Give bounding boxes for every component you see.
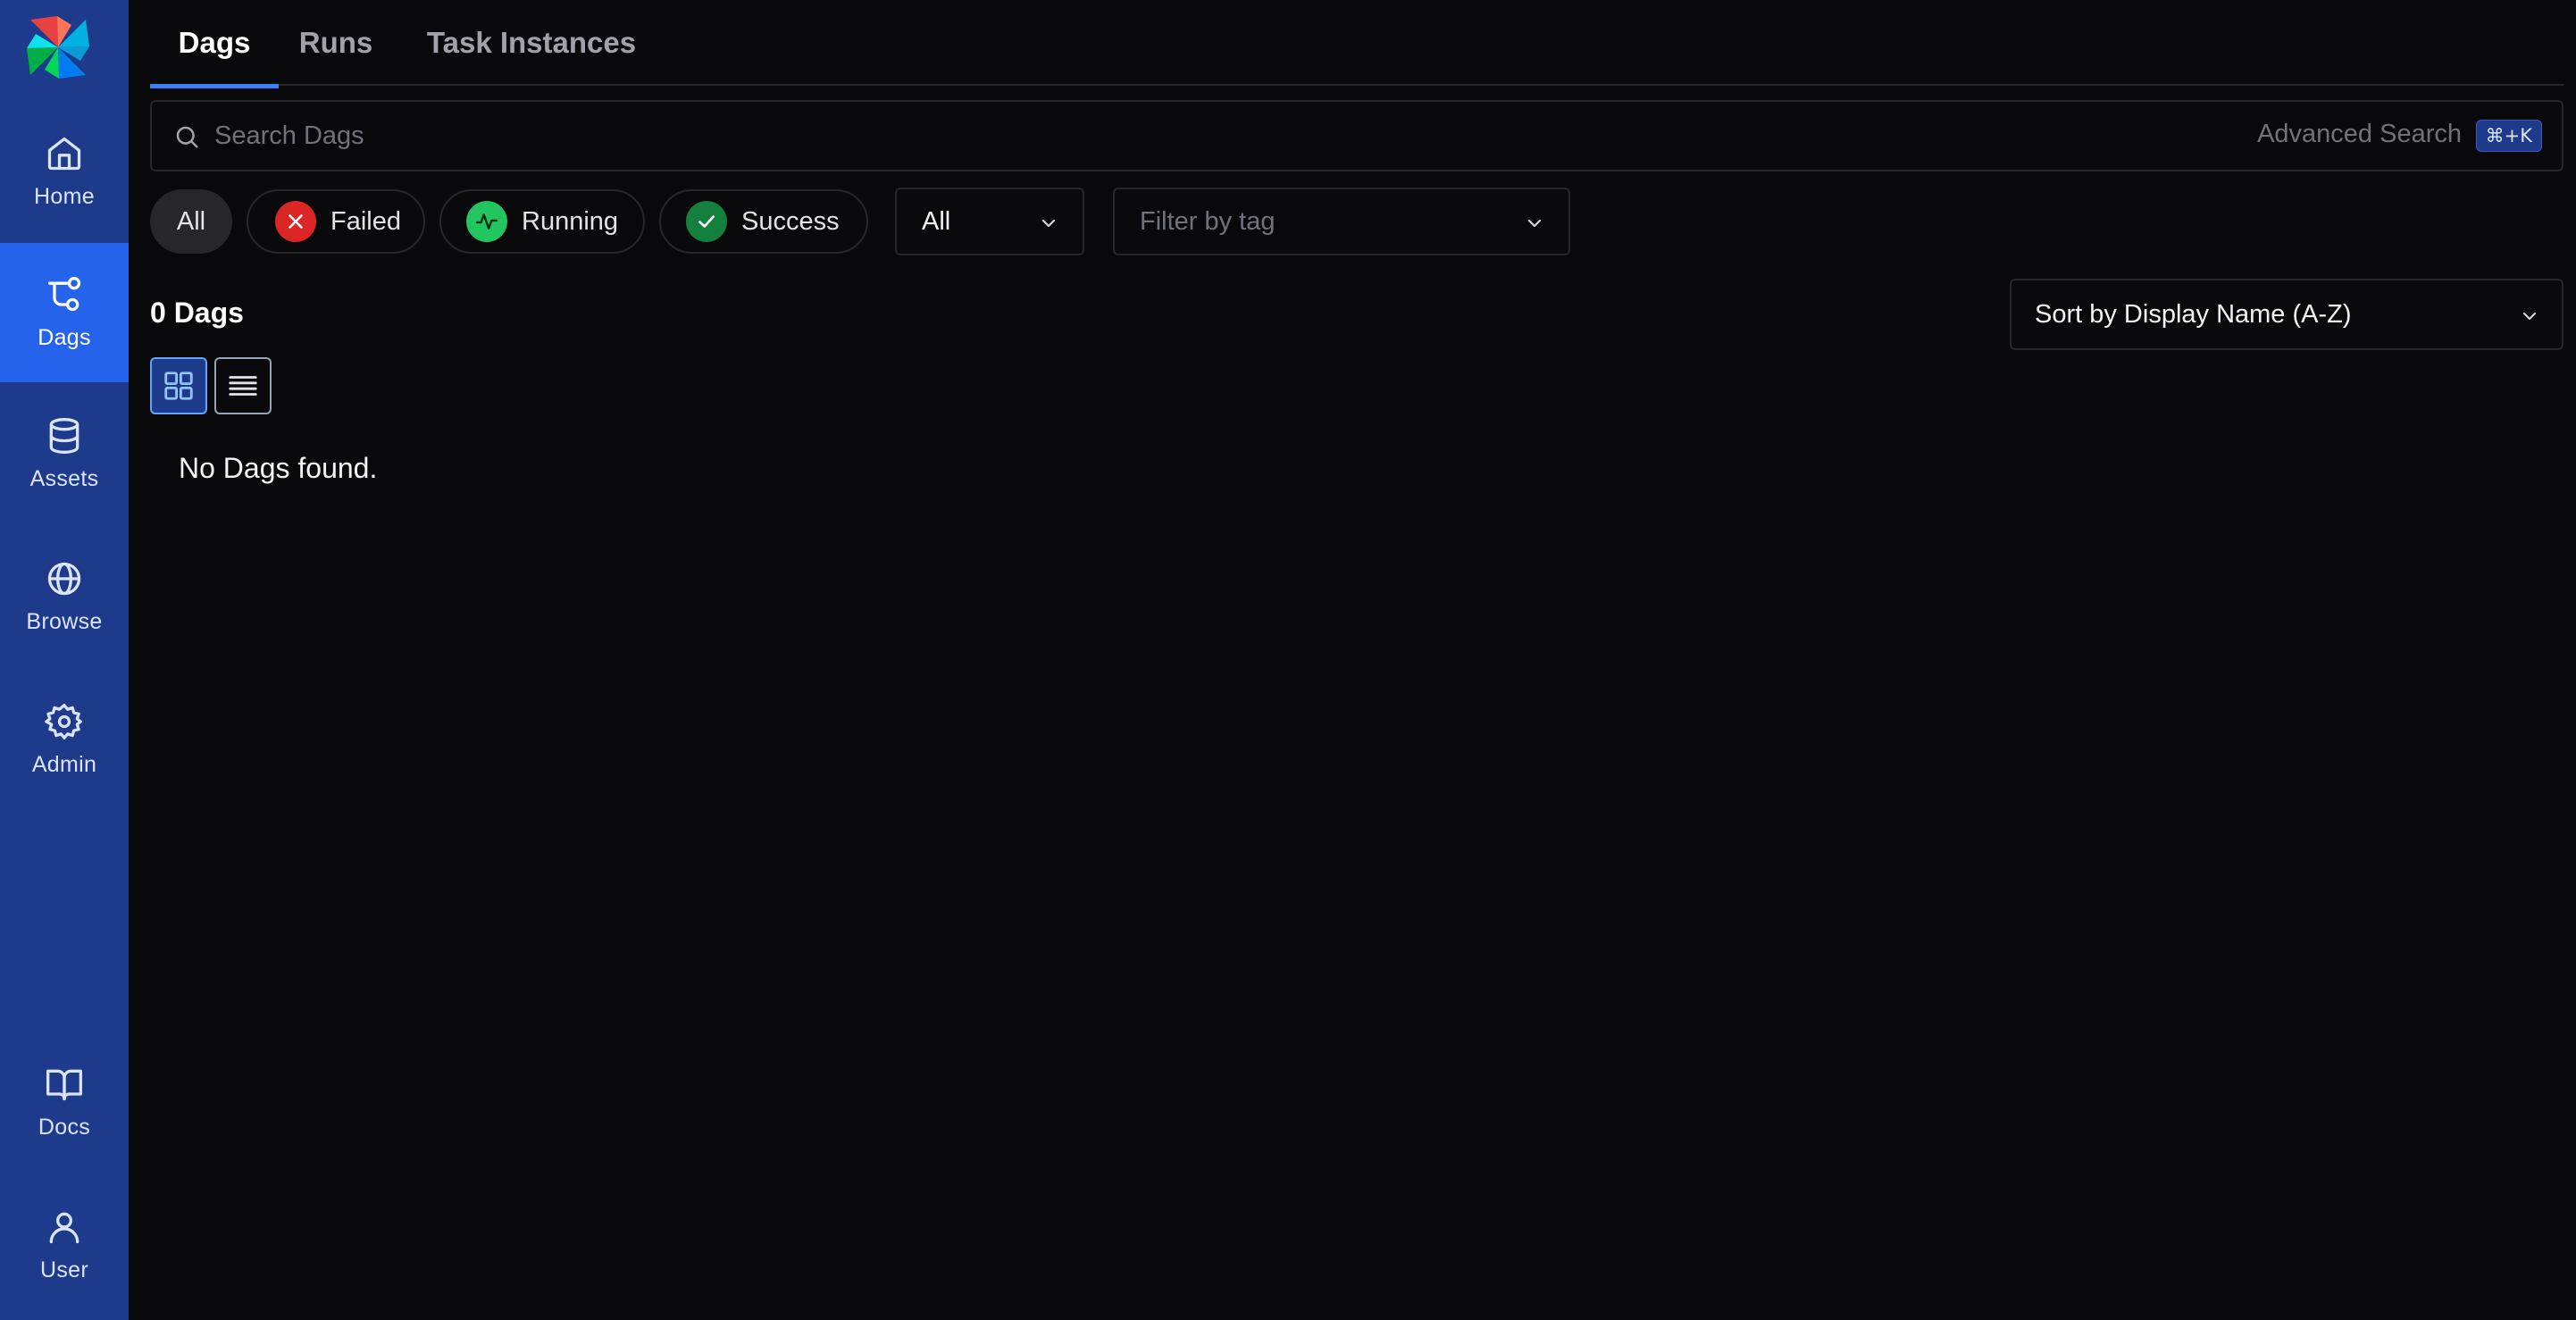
keyboard-shortcut-badge: ⌘+K bbox=[2475, 120, 2542, 152]
search-input[interactable] bbox=[213, 111, 1731, 161]
dags-icon bbox=[47, 276, 81, 311]
state-filter-success[interactable]: Success bbox=[659, 189, 868, 254]
sidebar-item-label: Docs bbox=[38, 1114, 91, 1140]
sort-select[interactable]: Sort by Display Name (A-Z) bbox=[2010, 279, 2563, 350]
advanced-search-link[interactable]: Advanced Search bbox=[2257, 120, 2462, 149]
sidebar-item-browse[interactable]: Browse bbox=[0, 527, 129, 666]
state-filter-all[interactable]: All bbox=[150, 189, 232, 254]
state-filter-label: Running bbox=[522, 206, 619, 236]
failed-icon bbox=[275, 201, 316, 242]
sidebar-item-label: Home bbox=[34, 183, 95, 209]
dag-count: 0 Dags bbox=[150, 297, 244, 329]
state-filter-label: Success bbox=[741, 206, 840, 236]
tag-filter-select[interactable]: Filter by tag bbox=[1113, 188, 1570, 255]
activity-icon bbox=[466, 201, 507, 242]
paused-select[interactable]: All bbox=[895, 188, 1084, 255]
book-icon bbox=[46, 1069, 82, 1100]
tab-runs[interactable]: Runs bbox=[279, 0, 393, 86]
database-icon bbox=[49, 417, 79, 454]
main-content: Dags Runs Task Instances Advanced Search… bbox=[129, 0, 2576, 1320]
sort-select-value: Sort by Display Name (A-Z) bbox=[2035, 299, 2352, 329]
list-icon bbox=[229, 376, 257, 396]
tag-filter-placeholder: Filter by tag bbox=[1140, 206, 1275, 236]
globe-icon bbox=[47, 562, 81, 595]
sidebar-item-label: Admin bbox=[31, 751, 97, 777]
sidebar-item-label: User bbox=[40, 1257, 88, 1282]
filter-row: All Failed Running Success All Filter by… bbox=[150, 188, 1669, 255]
sidebar-item-home[interactable]: Home bbox=[0, 102, 129, 241]
home-icon bbox=[47, 137, 81, 170]
sidebar-item-admin[interactable]: Admin bbox=[0, 670, 129, 809]
user-icon bbox=[49, 1212, 79, 1243]
table-view-button[interactable] bbox=[214, 357, 272, 414]
gear-icon bbox=[45, 703, 82, 739]
chevron-down-icon bbox=[2522, 312, 2537, 321]
tab-task-instances[interactable]: Task Instances bbox=[393, 0, 670, 86]
sidebar-item-label: Dags bbox=[38, 324, 91, 350]
airflow-logo-icon[interactable] bbox=[25, 14, 91, 80]
search-bar: Advanced Search ⌘+K bbox=[150, 100, 2563, 171]
state-filter-running[interactable]: Running bbox=[439, 189, 645, 254]
sidebar: Home Dags Assets Browse Admin Docs User bbox=[0, 0, 129, 1320]
sidebar-item-assets[interactable]: Assets bbox=[0, 384, 129, 523]
tab-dags[interactable]: Dags bbox=[150, 0, 279, 88]
search-icon bbox=[176, 126, 198, 148]
check-icon bbox=[686, 201, 727, 242]
grid-icon bbox=[164, 372, 193, 400]
chevron-down-icon bbox=[1041, 219, 1056, 228]
state-filter-label: Failed bbox=[330, 206, 401, 236]
sidebar-item-label: Browse bbox=[26, 608, 103, 634]
paused-select-value: All bbox=[922, 206, 951, 236]
card-view-button[interactable] bbox=[150, 357, 207, 414]
tab-bar: Dags Runs Task Instances bbox=[150, 0, 2563, 88]
sidebar-item-docs[interactable]: Docs bbox=[0, 1032, 129, 1172]
sidebar-item-user[interactable]: User bbox=[0, 1175, 129, 1315]
empty-state-message: No Dags found. bbox=[179, 452, 378, 484]
sidebar-item-label: Assets bbox=[29, 465, 99, 491]
chevron-down-icon bbox=[1527, 219, 1542, 228]
state-filter-failed[interactable]: Failed bbox=[247, 189, 425, 254]
sidebar-item-dags[interactable]: Dags bbox=[0, 243, 129, 382]
